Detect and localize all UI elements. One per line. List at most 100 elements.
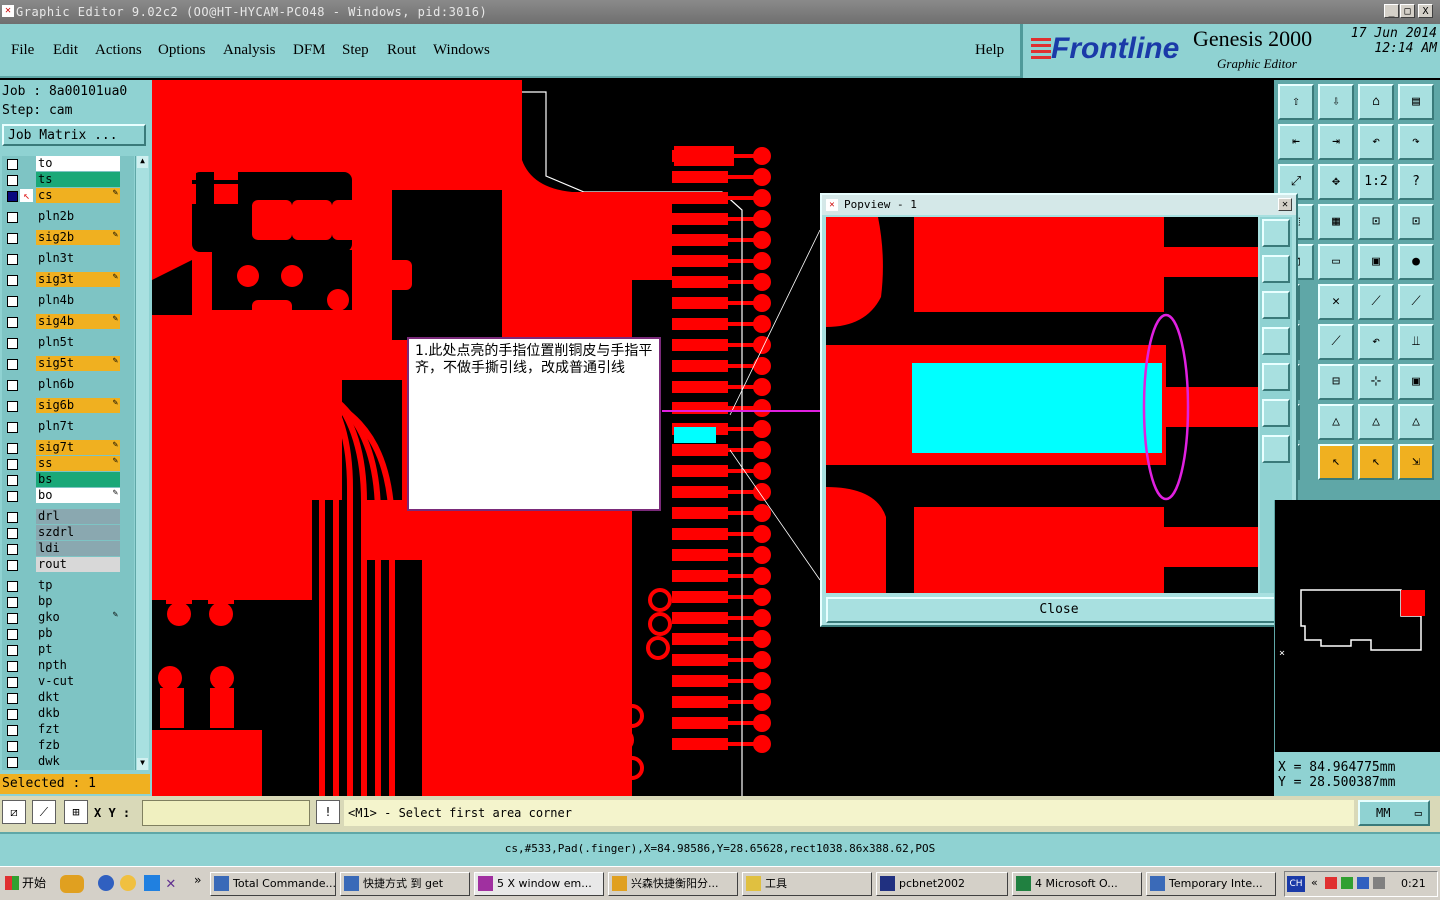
layer-row-sig7t[interactable]: sig7t ✎ <box>2 440 134 456</box>
menu-dfm[interactable]: DFM <box>293 42 326 59</box>
layer-checkbox[interactable] <box>7 254 18 265</box>
units-selector[interactable]: MM ▭ <box>1358 800 1430 826</box>
tray-icon-2[interactable] <box>1341 877 1353 889</box>
zoom-icon[interactable]: ✥ <box>1318 164 1354 200</box>
layer-row-drl[interactable]: drl <box>2 509 134 525</box>
layer-row-ts[interactable]: ts <box>2 172 134 188</box>
layer-name[interactable]: ldi <box>36 541 120 556</box>
measure-icon[interactable]: ⟋ <box>32 800 56 824</box>
layer-row-to[interactable]: to <box>2 156 134 172</box>
menu-step[interactable]: Step <box>342 42 369 59</box>
transform-icon[interactable]: ⇲ <box>1398 444 1434 480</box>
layer-checkbox[interactable] <box>7 693 18 704</box>
layer-name[interactable]: sig5t <box>36 356 120 371</box>
undo-icon[interactable]: ↶ <box>1358 124 1394 160</box>
menu-help[interactable]: Help <box>975 42 1004 59</box>
select-icon[interactable]: ↖ <box>1318 444 1354 480</box>
layer-checkbox[interactable] <box>7 296 18 307</box>
layer-name[interactable]: ss <box>36 456 120 471</box>
minimap[interactable]: × <box>1274 500 1440 752</box>
layer-checkbox[interactable] <box>7 512 18 523</box>
tray-expand-icon[interactable]: « <box>1311 876 1318 889</box>
popview-close-icon[interactable]: ✕ <box>1278 198 1292 211</box>
scale-icon[interactable]: 1:2 <box>1358 164 1394 200</box>
task-xingsen[interactable]: 兴森快捷衡阳分... <box>608 872 738 896</box>
layer-row-fzt[interactable]: fzt <box>2 722 134 738</box>
layer-checkbox[interactable] <box>7 741 18 752</box>
layer-name[interactable]: gko <box>36 610 120 625</box>
menu-actions[interactable]: Actions <box>95 42 142 59</box>
layer-name[interactable]: cs <box>36 188 120 203</box>
popview-tool-5[interactable] <box>1262 363 1290 391</box>
quicklaunch-icon-2[interactable] <box>144 875 160 891</box>
layer-name[interactable]: sig4b <box>36 314 120 329</box>
layer-checkbox[interactable] <box>7 401 18 412</box>
layer-checkbox[interactable] <box>7 560 18 571</box>
layer-name[interactable]: bs <box>36 472 120 487</box>
layer-row-ldi[interactable]: ldi <box>2 541 134 557</box>
layer-row-dwk[interactable]: dwk <box>2 754 134 770</box>
help-icon[interactable]: ? <box>1398 164 1434 200</box>
task-temporary-internet[interactable]: Temporary Inte... <box>1146 872 1276 896</box>
layer-name[interactable]: pb <box>36 626 120 641</box>
layer-checkbox[interactable] <box>7 359 18 370</box>
redo-icon[interactable]: ↷ <box>1398 124 1434 160</box>
layer-checkbox[interactable] <box>7 725 18 736</box>
layer-row-bs[interactable]: bs <box>2 472 134 488</box>
layer-name[interactable]: tp <box>36 578 120 593</box>
volume-icon[interactable] <box>1373 877 1385 889</box>
layer-name[interactable]: sig2b <box>36 230 120 245</box>
layer-row-tp[interactable]: tp <box>2 578 134 594</box>
layer-checkbox[interactable] <box>7 175 18 186</box>
move-icon[interactable]: ↖ <box>1358 444 1394 480</box>
layer-checkbox[interactable] <box>7 191 18 202</box>
minimize-button[interactable]: _ <box>1384 4 1399 18</box>
layer-row-sig6b[interactable]: sig6b ✎ <box>2 398 134 414</box>
link-icon[interactable]: ⟋ <box>1398 284 1434 320</box>
layer-checkbox[interactable] <box>7 645 18 656</box>
net-a-icon[interactable]: ⊡ <box>1358 204 1394 240</box>
menu-analysis[interactable]: Analysis <box>223 42 276 59</box>
menu-rout[interactable]: Rout <box>387 42 416 59</box>
quicklaunch-icon-1[interactable] <box>60 875 84 893</box>
xy-input[interactable] <box>142 800 310 826</box>
layer-name[interactable]: drl <box>36 509 120 524</box>
layer-row-sig3t[interactable]: sig3t ✎ <box>2 272 134 288</box>
menu-options[interactable]: Options <box>158 42 206 59</box>
popview-tool-6[interactable] <box>1262 399 1290 427</box>
curve-icon[interactable]: △ <box>1398 404 1434 440</box>
layer-row-pb[interactable]: pb <box>2 626 134 642</box>
layer-checkbox[interactable] <box>7 159 18 170</box>
layer-name[interactable]: bo <box>36 488 120 503</box>
layer-checkbox[interactable] <box>7 581 18 592</box>
cross-icon[interactable]: ✕ <box>1318 284 1354 320</box>
draw-icon[interactable]: ⟋ <box>1318 324 1354 360</box>
layer-checkbox[interactable] <box>7 275 18 286</box>
menu-windows[interactable]: Windows <box>433 42 490 59</box>
layer-name[interactable]: bp <box>36 594 120 609</box>
popview-tool-4[interactable] <box>1262 327 1290 355</box>
popview-tool-1[interactable] <box>1262 219 1290 247</box>
layer-name[interactable]: ts <box>36 172 120 187</box>
layer-row-pln3t[interactable]: pln3t <box>2 251 134 267</box>
task-total-commander[interactable]: Total Commande... <box>210 872 336 896</box>
grid-snap-icon[interactable]: ⊞ <box>64 800 88 824</box>
menu-edit[interactable]: Edit <box>53 42 78 59</box>
layer-row-pln6b[interactable]: pln6b <box>2 377 134 393</box>
task-x-window[interactable]: 5 X window em... <box>474 872 604 896</box>
left-step-icon[interactable]: ⇤ <box>1278 124 1314 160</box>
layer-checkbox[interactable] <box>7 380 18 391</box>
layer-checkbox[interactable] <box>7 317 18 328</box>
layer-name[interactable]: sig3t <box>36 272 120 287</box>
layer-checkbox[interactable] <box>7 212 18 223</box>
layer-checkbox[interactable] <box>7 475 18 486</box>
layer-name[interactable]: fzt <box>36 722 120 737</box>
layer-checkbox[interactable] <box>7 233 18 244</box>
layer-checkbox[interactable] <box>7 661 18 672</box>
popview-tool-2[interactable] <box>1262 255 1290 283</box>
task-shortcut[interactable]: 快捷方式 到 get <box>340 872 470 896</box>
task-tools[interactable]: 工具 <box>742 872 872 896</box>
window-icon[interactable]: ▤ <box>1398 84 1434 120</box>
layer-name[interactable]: to <box>36 156 120 171</box>
layer-name[interactable]: pln2b <box>36 209 120 224</box>
